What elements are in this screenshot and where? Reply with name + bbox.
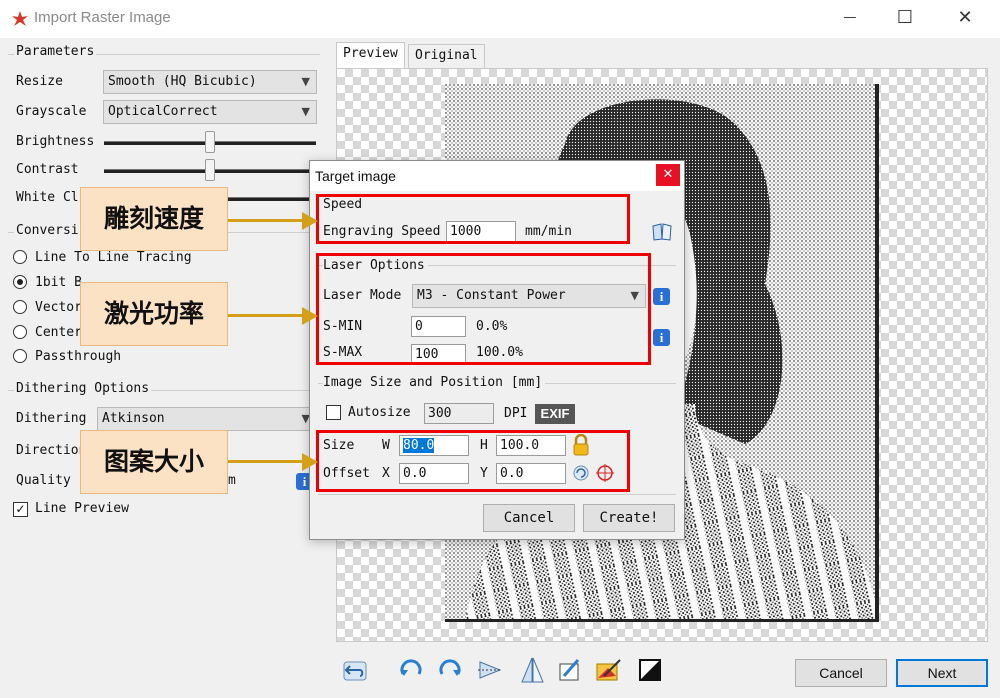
close-button[interactable]: ✕: [950, 4, 980, 32]
app-logo-icon: [12, 11, 28, 26]
callout-arrow-line: [228, 314, 304, 317]
laser-mode-info-icon[interactable]: i: [653, 288, 670, 305]
callout-arrow-line: [228, 460, 304, 463]
grayscale-value: OpticalCorrect: [108, 104, 218, 119]
brightness-slider-thumb[interactable]: [205, 131, 215, 153]
maximize-button[interactable]: ☐: [890, 4, 920, 32]
conversion-option-label: Passthrough: [35, 349, 122, 364]
callout-pattern-size: 图案大小: [80, 430, 228, 494]
dithering-value: Atkinson: [102, 411, 165, 426]
speed-help-book-icon[interactable]: [652, 223, 672, 241]
exif-button[interactable]: EXIF: [535, 404, 575, 424]
chevron-down-icon: ▼: [301, 75, 310, 88]
dialog-close-button[interactable]: ✕: [656, 164, 680, 186]
next-button[interactable]: Next: [896, 659, 988, 687]
footer-cancel-button[interactable]: Cancel: [795, 659, 887, 687]
callout-arrow-icon: [302, 212, 318, 230]
line-preview-label: Line Preview: [35, 501, 129, 516]
conversion-option-3[interactable]: Center: [13, 325, 82, 340]
undo-icon[interactable]: [341, 656, 369, 684]
invert-icon[interactable]: [636, 656, 664, 684]
auto-trim-icon[interactable]: [594, 656, 622, 684]
quality-unit: m: [228, 473, 236, 488]
conversion-option-1[interactable]: 1bit B: [13, 275, 82, 290]
title-bar: Import Raster Image — ☐ ✕: [0, 0, 1000, 38]
contrast-slider-thumb[interactable]: [205, 159, 215, 181]
autosize-label: Autosize: [348, 405, 411, 420]
white-clip-label: White Cl: [16, 190, 79, 205]
dithering-title: Dithering Options: [14, 381, 152, 396]
window-title: Import Raster Image: [34, 9, 171, 26]
dpi-label: DPI: [504, 406, 528, 421]
chevron-down-icon: ▼: [301, 105, 310, 118]
minimize-button[interactable]: —: [835, 4, 865, 32]
speed-highlight-box: [316, 194, 630, 244]
radio-button[interactable]: [13, 349, 27, 363]
laser-options-highlight-box: [316, 253, 651, 365]
conversion-option-label: Vector: [35, 300, 82, 315]
callout-arrow-line: [228, 219, 304, 222]
conversion-option-label: Line To Line Tracing: [35, 250, 192, 265]
callout-arrow-icon: [302, 307, 318, 325]
power-info-icon[interactable]: i: [653, 329, 670, 346]
create-button[interactable]: Create!: [583, 504, 675, 532]
contrast-label: Contrast: [16, 162, 79, 177]
autosize-checkbox[interactable]: [326, 405, 341, 420]
dialog-separator: [318, 494, 676, 495]
conversion-option-0[interactable]: Line To Line Tracing: [13, 250, 192, 265]
radio-button[interactable]: [13, 250, 27, 264]
parameters-title: Parameters: [14, 44, 97, 59]
conversion-option-4[interactable]: Passthrough: [13, 349, 121, 364]
resize-select[interactable]: Smooth (HQ Bicubic) ▼: [103, 70, 317, 94]
brightness-label: Brightness: [16, 134, 95, 149]
radio-button[interactable]: [13, 325, 27, 339]
rotate-ccw-icon[interactable]: [397, 656, 425, 684]
crop-icon[interactable]: [556, 656, 584, 684]
dialog-title-bar: Target image ✕: [310, 161, 684, 191]
conversion-option-2[interactable]: Vector: [13, 300, 82, 315]
dpi-input[interactable]: 300: [424, 403, 494, 424]
image-size-title: Image Size and Position [mm]: [323, 375, 546, 390]
conversion-option-label: Center: [35, 325, 82, 340]
grayscale-label: Grayscale: [16, 104, 87, 119]
direction-label: Direction: [16, 443, 87, 458]
tab-original[interactable]: Original: [408, 44, 485, 68]
quality-label: Quality: [16, 473, 71, 488]
checkmark-icon: ✓: [15, 502, 26, 516]
radio-button[interactable]: [13, 300, 27, 314]
resize-value: Smooth (HQ Bicubic): [108, 74, 257, 89]
dialog-cancel-button[interactable]: Cancel: [483, 504, 575, 532]
conversion-option-label: 1bit B: [35, 275, 82, 290]
callout-engraving-speed: 雕刻速度: [80, 187, 228, 251]
conversion-title: Conversi: [14, 223, 81, 238]
grayscale-select[interactable]: OpticalCorrect ▼: [103, 100, 317, 124]
callout-laser-power: 激光功率: [80, 282, 228, 346]
dithering-select[interactable]: Atkinson ▼: [97, 407, 317, 431]
line-preview-checkbox[interactable]: ✓: [13, 502, 28, 517]
flip-vertical-icon[interactable]: [518, 656, 546, 684]
tab-preview[interactable]: Preview: [336, 42, 405, 70]
flip-horizontal-icon[interactable]: [476, 656, 504, 684]
dithering-label: Dithering: [16, 411, 87, 426]
callout-arrow-icon: [302, 453, 318, 471]
rotate-cw-icon[interactable]: [436, 656, 464, 684]
size-highlight-box: [316, 430, 630, 492]
resize-label: Resize: [16, 74, 63, 89]
dialog-title: Target image: [315, 168, 396, 184]
radio-button[interactable]: [13, 275, 27, 289]
